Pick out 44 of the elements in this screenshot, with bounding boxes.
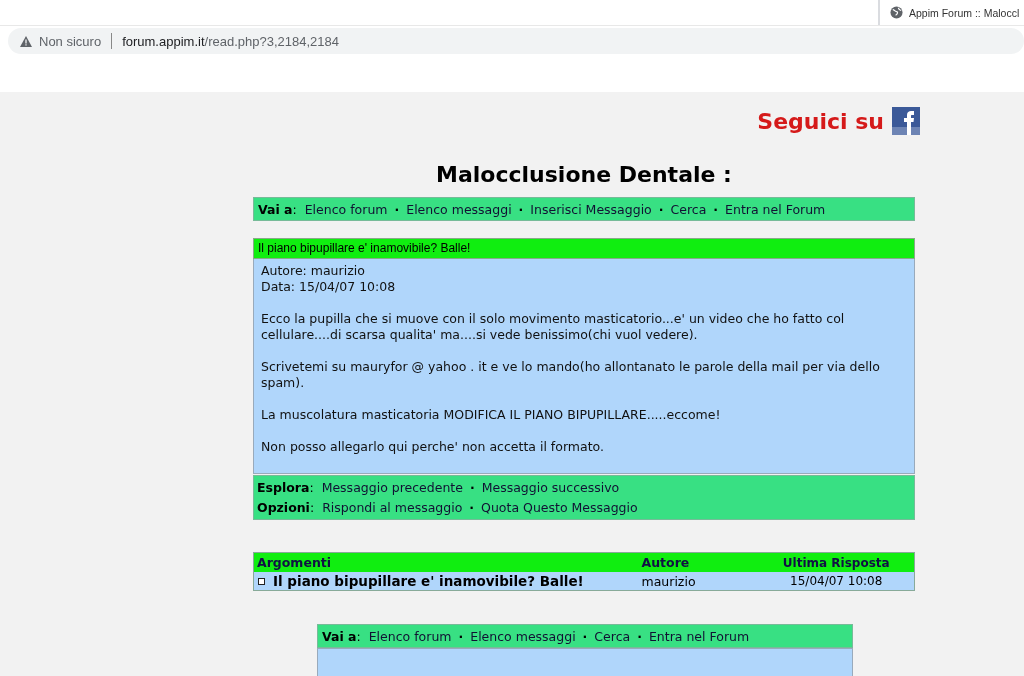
message-paragraph: Non posso allegarlo qui perche' non accetta il formato. [261, 439, 605, 455]
nav-link[interactable]: Elenco forum [304, 201, 388, 217]
nav-label: Opzioni: [257, 499, 315, 515]
nav-label: Esplora: [257, 479, 314, 495]
separator-dot: · [582, 628, 588, 644]
nav-link[interactable]: Entra nel Forum [725, 201, 826, 217]
nav-link[interactable]: Cerca [594, 628, 631, 644]
security-label: Non sicuro [39, 33, 102, 49]
nav-link[interactable]: Messaggio precedente [321, 479, 463, 495]
nav-label: Vai a: [322, 628, 361, 644]
url-text: forum.appim.it/read.php?3,2184,2184 [122, 33, 339, 49]
tab-title: Appim Forum :: Maloccl [909, 6, 1020, 19]
nav-link[interactable]: Rispondi al messaggio [322, 499, 463, 515]
nav-link[interactable]: Inserisci Messaggio [530, 201, 652, 217]
separator-dot: · [637, 628, 642, 644]
separator-dot: · [394, 201, 400, 217]
date-line: Data: 15/04/07 10:08 [261, 279, 397, 295]
column-header: Argomenti [253, 552, 639, 572]
nav-link[interactable]: Entra nel Forum [648, 628, 750, 644]
nav-link[interactable]: Cerca [670, 201, 707, 217]
separator-dot: · [469, 479, 475, 495]
follow-us-text: Seguici su [757, 108, 884, 134]
reply-date: 15/04/07 10:08 [790, 574, 883, 588]
message-paragraph: Scrivetemi su mauryfor @ yahoo . it e ve lo mando(ho allontanato le parole della mail per via dello spam). [261, 359, 881, 391]
message-paragraph: Ecco la pupilla che si muove con il solo movimento masticatorio...e' un video che ho fatto col cellulare....di scarsa qualita' ma....si vede benissimo(chi vuol vedere). [261, 311, 846, 343]
column-header: Autore [638, 552, 759, 572]
message-subject: Il piano bipupillare e' inamovibile? Balle! [253, 238, 915, 259]
column-header: Ultima Risposta [758, 552, 915, 572]
nav-label: Vai a: [258, 201, 297, 217]
separator-dot: · [518, 201, 524, 217]
nav-link[interactable]: Quota Questo Messaggio [481, 499, 638, 515]
author-line: Autore: maurizio [261, 263, 366, 279]
separator-dot: · [713, 201, 719, 217]
separator-dot: · [469, 499, 475, 515]
nav-link[interactable]: Elenco messaggi [470, 628, 576, 644]
separator-dot: · [658, 201, 664, 217]
author-name: maurizio [641, 573, 696, 589]
page-title: Malocclusione Dentale : [435, 162, 733, 187]
nav-link[interactable]: Elenco forum [368, 628, 452, 644]
nav-link[interactable]: Elenco messaggi [406, 201, 512, 217]
message-paragraph: La muscolatura masticatoria MODIFICA IL PIANO BIPUPILLARE.....eccome! [261, 407, 722, 423]
separator-dot: · [458, 628, 464, 644]
nav-link[interactable]: Messaggio successivo [481, 479, 620, 495]
address-bar[interactable]: Non sicuro forum.appim.it/read.php?3,2184,2184 [8, 28, 1024, 54]
